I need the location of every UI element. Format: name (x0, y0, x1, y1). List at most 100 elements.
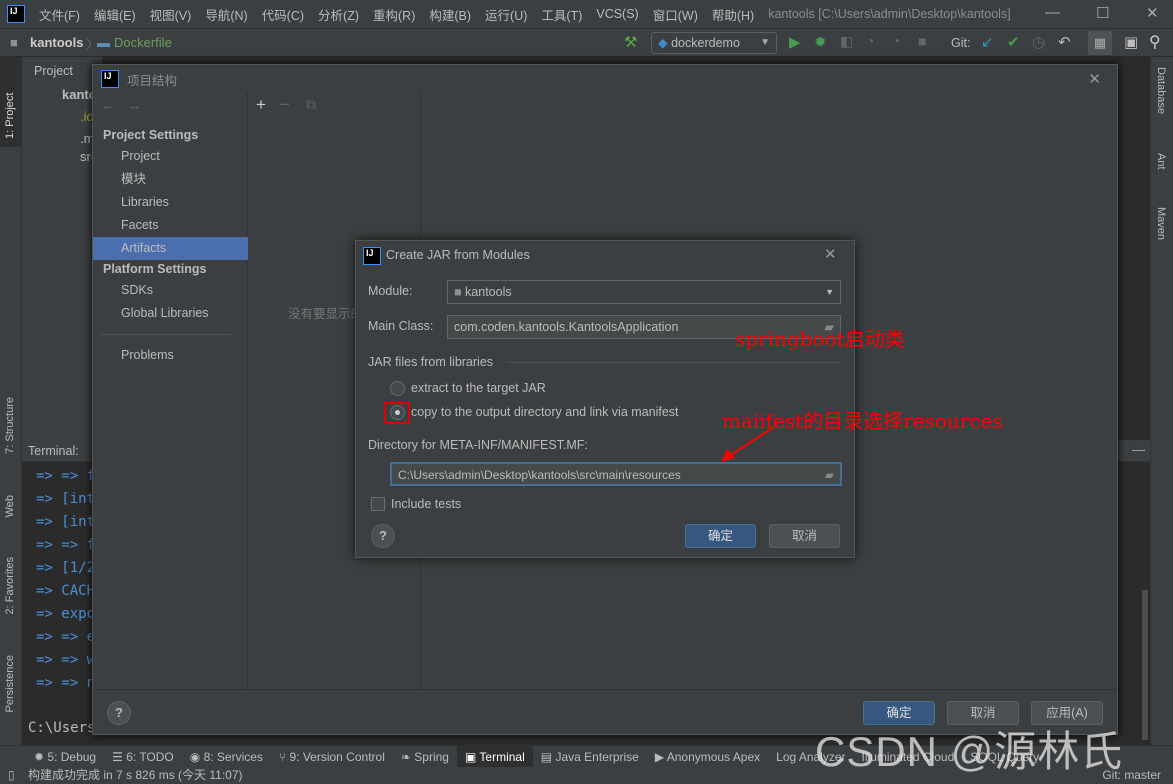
platform-settings-header: Platform Settings (103, 262, 207, 276)
left-tool-stripe: 1: Project 7: Structure Web 2: Favorites… (0, 57, 22, 745)
option-copy-label[interactable]: copy to the output directory and link vi… (411, 405, 679, 419)
tool-tab-project[interactable]: 1: Project (0, 57, 22, 147)
module-dropdown[interactable]: ■ kantools ▼ (447, 280, 841, 304)
copy-icon[interactable]: ⧉ (306, 96, 316, 113)
forward-arrow-icon[interactable]: → (127, 97, 142, 114)
git-label: Git: (951, 36, 971, 50)
tab-label: Spring (414, 749, 449, 764)
run-config-dropdown[interactable]: ◆ dockerdemo ▼ (651, 32, 777, 54)
tab-version-control[interactable]: ⑂ 9: Version Control (271, 746, 393, 768)
remove-icon[interactable]: − (280, 95, 290, 115)
tab-debug[interactable]: ✹ 5: Debug (26, 746, 104, 768)
menu-run[interactable]: 运行(U) (485, 5, 527, 24)
nav-item-sdks[interactable]: SDKs (93, 279, 248, 302)
tab-java-enterprise[interactable]: ▤ Java Enterprise (533, 746, 647, 768)
breadcrumb-file[interactable]: Dockerfile (114, 35, 172, 50)
help-button[interactable]: ? (371, 524, 395, 548)
minimize-button[interactable]: — (1045, 4, 1060, 21)
terminal-scrollbar[interactable] (1142, 590, 1148, 740)
tool-tab-maven[interactable]: Maven (1155, 207, 1167, 240)
terminal-line: => [int (36, 514, 96, 530)
menu-help[interactable]: 帮助(H) (712, 5, 754, 24)
build-hammer-icon[interactable]: ⚒ (624, 33, 637, 51)
folder-icon: ■ (10, 35, 18, 50)
tab-spring[interactable]: ❧ Spring (393, 746, 457, 768)
ok-button[interactable]: 确定 (685, 524, 756, 548)
menu-code[interactable]: 代码(C) (262, 5, 304, 24)
module-label: Module: (368, 284, 413, 298)
nav-item-artifacts[interactable]: Artifacts (93, 237, 248, 260)
nav-item-global-libraries[interactable]: Global Libraries (93, 302, 248, 325)
menu-view[interactable]: 视图(V) (150, 5, 192, 24)
terminal-line: => => e (36, 629, 96, 645)
tool-tab-database[interactable]: Database (1155, 67, 1167, 114)
menu-analyze[interactable]: 分析(Z) (318, 5, 359, 24)
tab-label: Terminal (479, 749, 525, 764)
back-arrow-icon[interactable]: ← (101, 97, 116, 114)
stop-icon[interactable]: ■ (918, 33, 926, 49)
close-icon[interactable]: ✕ (1088, 70, 1101, 88)
tool-tab-favorites[interactable]: 2: Favorites (4, 557, 16, 614)
menu-window[interactable]: 窗口(W) (653, 5, 698, 24)
chevron-down-icon: ▼ (760, 37, 770, 48)
cancel-button[interactable]: 取消 (769, 524, 840, 548)
tool-tab-structure[interactable]: 7: Structure (4, 397, 16, 454)
close-icon[interactable]: ✕ (824, 245, 837, 263)
add-icon[interactable]: + (256, 95, 266, 115)
dialog-title: Create JAR from Modules (386, 248, 530, 262)
tab-anonymous-apex[interactable]: ▶ Anonymous Apex (647, 746, 768, 768)
terminal-line: => [int (36, 491, 96, 507)
tab-todo[interactable]: ☰ 6: TODO (104, 746, 182, 768)
history-icon[interactable]: ◷ (1032, 33, 1045, 51)
close-window-button[interactable]: ✕ (1146, 4, 1159, 22)
chevron-down-icon: ▼ (825, 287, 834, 297)
menu-navigate[interactable]: 导航(N) (205, 5, 247, 24)
tab-label: 9: Version Control (289, 749, 385, 764)
breadcrumb-project[interactable]: kantools (30, 35, 83, 50)
maximize-button[interactable]: ☐ (1096, 4, 1109, 22)
nav-item-project[interactable]: Project (93, 145, 248, 168)
terminal-line: => => w (36, 652, 96, 668)
dialog-titlebar: IJ 项目结构 ✕ (93, 65, 1117, 93)
browse-folder-icon[interactable]: ▰ (825, 464, 834, 486)
search-icon[interactable]: ⚲ (1149, 32, 1161, 52)
option-extract-label[interactable]: extract to the target JAR (411, 381, 546, 395)
rollback-icon[interactable]: ↶ (1058, 33, 1071, 51)
tab-services[interactable]: ◉ 8: Services (182, 746, 271, 768)
menu-file[interactable]: 文件(F) (39, 5, 80, 24)
run-icon[interactable]: ▶ (789, 33, 801, 51)
nav-item-facets[interactable]: Facets (93, 214, 248, 237)
coverage-icon[interactable]: ◧ (840, 33, 853, 50)
git-commit-icon[interactable]: ✔ (1007, 33, 1020, 51)
debug-icon[interactable]: ✹ (814, 33, 827, 51)
profile-icon[interactable]: ◔ (866, 33, 874, 49)
help-button[interactable]: ? (107, 701, 131, 725)
menu-vcs[interactable]: VCS(S) (596, 7, 638, 21)
menu-build[interactable]: 构建(B) (429, 5, 471, 24)
settings-nav: ← → Project Settings Project 模块 Librarie… (93, 93, 248, 689)
git-update-icon[interactable]: ↙ (981, 33, 994, 51)
terminal-prompt[interactable]: C:\Users (28, 720, 95, 736)
panel-toggle-icon[interactable]: ▯ (8, 767, 15, 784)
tab-label: 5: Debug (47, 749, 97, 764)
radio-extract[interactable] (390, 381, 405, 396)
menu-tools[interactable]: 工具(T) (541, 5, 582, 24)
menu-bar: IJ 文件(F) 编辑(E) 视图(V) 导航(N) 代码(C) 分析(Z) 重… (0, 0, 1173, 28)
tab-terminal[interactable]: ▣ Terminal (456, 745, 533, 768)
attach-icon[interactable]: ◔ (892, 33, 900, 49)
radio-copy[interactable] (390, 405, 405, 420)
include-tests-checkbox[interactable] (371, 497, 385, 511)
right-tool-stripe: Database Ant Maven (1150, 57, 1173, 745)
menu-refactor[interactable]: 重构(R) (373, 5, 415, 24)
terminal-window-icon[interactable]: ▣ (1124, 33, 1138, 51)
include-tests-label[interactable]: Include tests (391, 497, 461, 511)
nav-item-problems[interactable]: Problems (93, 344, 248, 367)
tool-tab-web[interactable]: Web (4, 495, 16, 517)
tool-tab-persistence[interactable]: Persistence (4, 655, 16, 712)
tool-tab-ant[interactable]: Ant (1155, 153, 1167, 170)
nav-item-modules[interactable]: 模块 (93, 168, 248, 191)
hide-panel-icon[interactable]: — (1132, 442, 1145, 457)
project-structure-icon[interactable]: ▦ (1088, 31, 1112, 55)
nav-item-libraries[interactable]: Libraries (93, 191, 248, 214)
menu-edit[interactable]: 编辑(E) (94, 5, 136, 24)
